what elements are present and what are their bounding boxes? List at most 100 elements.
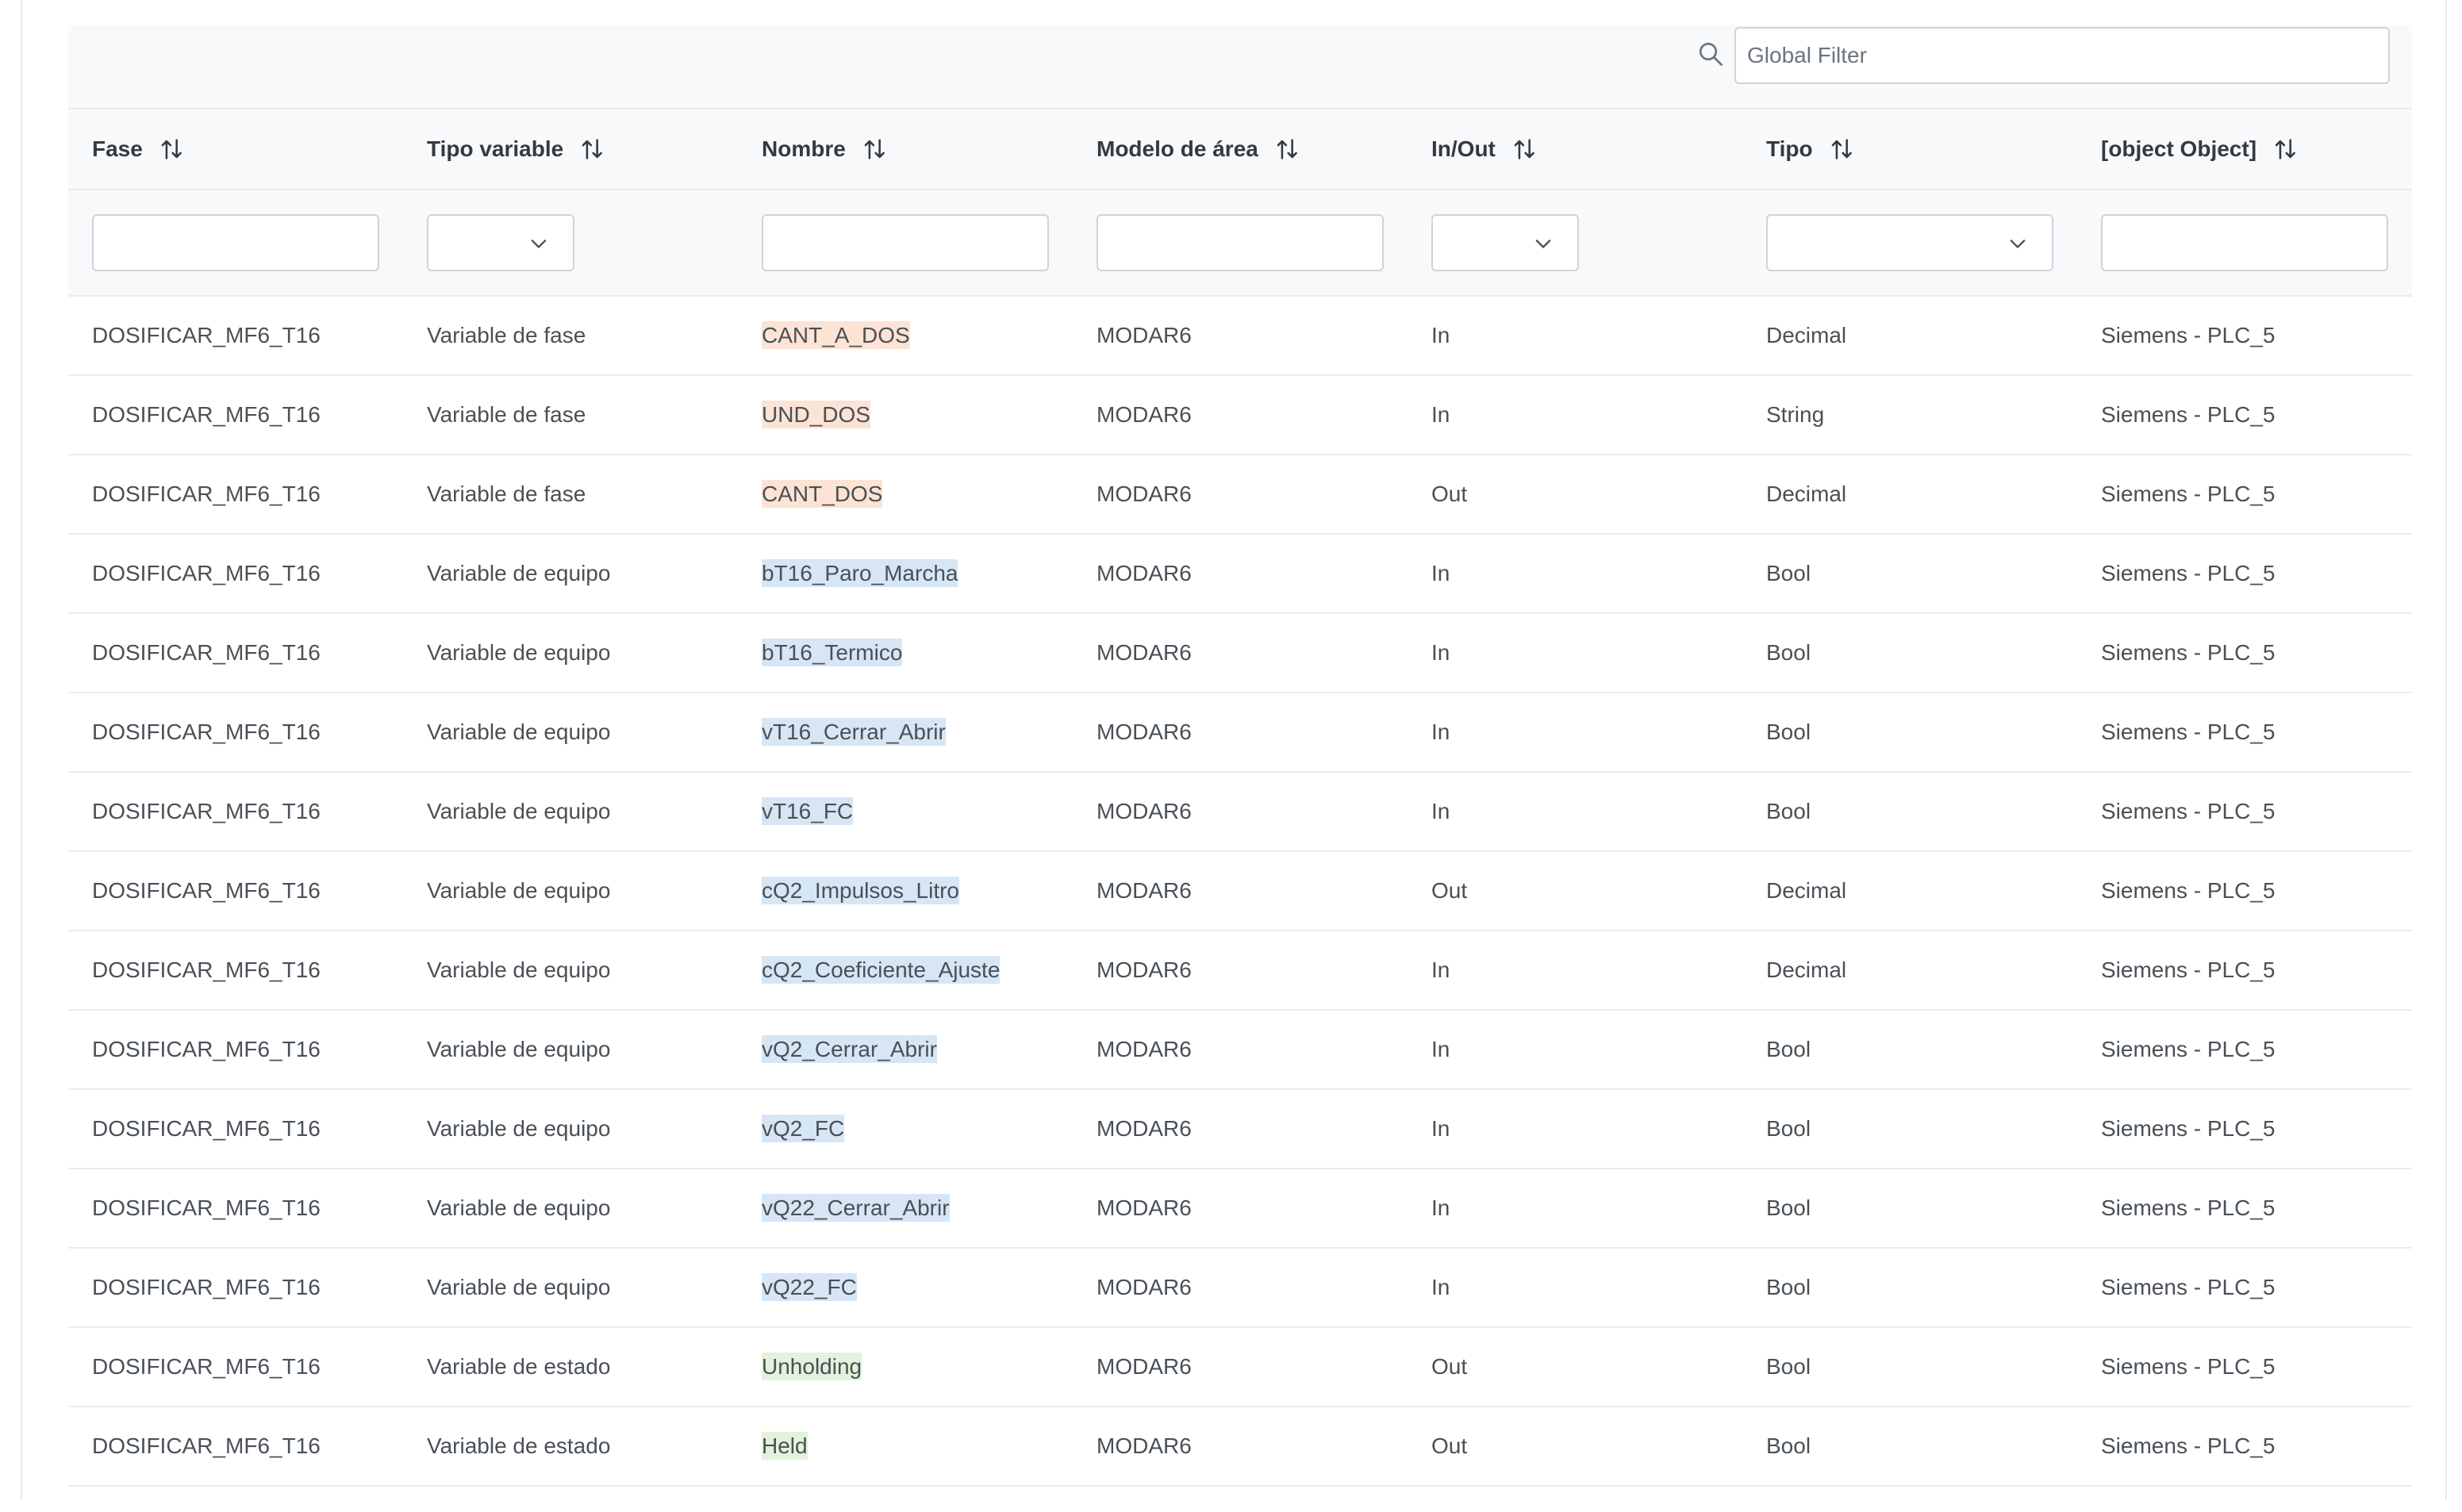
sort-icon[interactable] <box>1511 136 1538 163</box>
header-row: Fase Tipo variable Nombre Modelo de área In/… <box>68 109 2412 190</box>
cell-text: MODAR6 <box>1097 957 1192 982</box>
cell-text: Bool <box>1766 561 1811 585</box>
table-row[interactable]: DOSIFICAR_MF6_T16 Variable de equipo vQ2_F… <box>68 1090 2412 1169</box>
table-cell-modelo-area: MODAR6 <box>1073 1037 1408 1062</box>
cell-text: Siemens - PLC_5 <box>2101 1037 2276 1061</box>
sort-icon[interactable] <box>579 136 606 163</box>
column-filter-input-modelo-area[interactable] <box>1097 214 1384 271</box>
chevron-down-icon[interactable] <box>2006 233 2030 255</box>
sort-icon[interactable] <box>159 136 186 163</box>
cell-text: Decimal <box>1766 878 1847 903</box>
table-cell-object-object: Siemens - PLC_5 <box>2077 1354 2412 1380</box>
table-row[interactable]: DOSIFICAR_MF6_T16 Variable de fase CANT_A_… <box>68 297 2412 376</box>
table-row[interactable]: DOSIFICAR_MF6_T16 Variable de equipo vQ22_… <box>68 1249 2412 1328</box>
table-cell-in-out: Out <box>1408 1433 1742 1459</box>
table-row[interactable]: DOSIFICAR_MF6_T16 Variable de equipo vT16_… <box>68 773 2412 852</box>
table-cell-tipo: Bool <box>1742 1275 2077 1300</box>
cell-text: DOSIFICAR_MF6_T16 <box>92 1195 321 1220</box>
sort-icon[interactable] <box>862 136 889 163</box>
table-cell-tipo-variable: Variable de equipo <box>403 1116 738 1142</box>
cell-text: Variable de equipo <box>427 1195 611 1220</box>
cell-text: String <box>1766 402 1825 427</box>
cell-text: Variable de estado <box>427 1433 611 1458</box>
table-body: DOSIFICAR_MF6_T16 Variable de fase CANT_A_… <box>68 297 2412 1487</box>
table-cell-in-out: Out <box>1408 878 1742 904</box>
chevron-down-icon[interactable] <box>527 233 551 255</box>
cell-text: Variable de fase <box>427 323 586 347</box>
table-row[interactable]: DOSIFICAR_MF6_T16 Variable de equipo bT16_… <box>68 535 2412 614</box>
column-filter-input-fase[interactable] <box>92 214 379 271</box>
cell-text: DOSIFICAR_MF6_T16 <box>92 482 321 506</box>
table-cell-nombre: vT16_Cerrar_Abrir <box>738 718 1073 746</box>
table-row[interactable]: DOSIFICAR_MF6_T16 Variable de fase UND_DOS… <box>68 376 2412 455</box>
column-header-in-out[interactable]: In/Out <box>1408 136 1742 163</box>
sort-icon[interactable] <box>1274 136 1301 163</box>
cell-text: DOSIFICAR_MF6_T16 <box>92 640 321 665</box>
data-table: Fase Tipo variable Nombre Modelo de área In/… <box>68 25 2412 1487</box>
global-filter-input[interactable] <box>1734 27 2390 84</box>
column-filter-dropdown-tipo-variable[interactable] <box>427 214 574 271</box>
cell-text: DOSIFICAR_MF6_T16 <box>92 799 321 823</box>
column-header-fase[interactable]: Fase <box>68 136 403 163</box>
table-cell-fase: DOSIFICAR_MF6_T16 <box>68 1275 403 1300</box>
column-filter-dropdown-tipo[interactable] <box>1766 214 2053 271</box>
sort-icon[interactable] <box>1829 136 1856 163</box>
cell-text: Variable de equipo <box>427 1275 611 1299</box>
table-cell-nombre: bT16_Termico <box>738 639 1073 666</box>
cell-text: Bool <box>1766 1116 1811 1141</box>
variable-name-highlight: UND_DOS <box>762 401 870 428</box>
cell-text: MODAR6 <box>1097 1275 1192 1299</box>
table-cell-in-out: In <box>1408 640 1742 666</box>
column-filter-input-object-object[interactable] <box>2101 214 2388 271</box>
cell-text: Variable de equipo <box>427 799 611 823</box>
column-header-label: Fase <box>92 136 143 161</box>
cell-text: Siemens - PLC_5 <box>2101 720 2276 744</box>
table-row[interactable]: DOSIFICAR_MF6_T16 Variable de equipo vT16_… <box>68 693 2412 773</box>
sort-icon[interactable] <box>2272 136 2299 163</box>
variable-name-highlight: Unholding <box>762 1353 862 1380</box>
variable-name-highlight: vQ2_Cerrar_Abrir <box>762 1035 937 1063</box>
table-cell-tipo: Bool <box>1742 799 2077 824</box>
table-cell-nombre: CANT_DOS <box>738 480 1073 508</box>
table-cell-object-object: Siemens - PLC_5 <box>2077 323 2412 348</box>
table-row[interactable]: DOSIFICAR_MF6_T16 Variable de equipo cQ2_I… <box>68 852 2412 931</box>
column-header-nombre[interactable]: Nombre <box>738 136 1073 163</box>
column-header-object-object[interactable]: [object Object] <box>2077 136 2412 163</box>
column-header-tipo-variable[interactable]: Tipo variable <box>403 136 738 163</box>
cell-text: Bool <box>1766 1433 1811 1458</box>
table-cell-tipo: Decimal <box>1742 878 2077 904</box>
table-row[interactable]: DOSIFICAR_MF6_T16 Variable de equipo bT16_… <box>68 614 2412 693</box>
table-row[interactable]: DOSIFICAR_MF6_T16 Variable de estado Unhol… <box>68 1328 2412 1407</box>
table-cell-tipo-variable: Variable de equipo <box>403 799 738 824</box>
table-cell-fase: DOSIFICAR_MF6_T16 <box>68 561 403 586</box>
chevron-down-icon[interactable] <box>1531 233 1555 255</box>
cell-text: DOSIFICAR_MF6_T16 <box>92 1433 321 1458</box>
table-row[interactable]: DOSIFICAR_MF6_T16 Variable de fase CANT_DO… <box>68 455 2412 535</box>
table-cell-modelo-area: MODAR6 <box>1073 1354 1408 1380</box>
table-cell-nombre: UND_DOS <box>738 401 1073 428</box>
table-cell-fase: DOSIFICAR_MF6_T16 <box>68 1037 403 1062</box>
column-header-label: In/Out <box>1431 136 1496 161</box>
cell-text: MODAR6 <box>1097 720 1192 744</box>
table-cell-tipo-variable: Variable de fase <box>403 402 738 428</box>
table-cell-object-object: Siemens - PLC_5 <box>2077 1195 2412 1221</box>
variable-name-highlight: CANT_DOS <box>762 480 883 508</box>
table-cell-fase: DOSIFICAR_MF6_T16 <box>68 878 403 904</box>
table-row[interactable]: DOSIFICAR_MF6_T16 Variable de equipo vQ22_… <box>68 1169 2412 1249</box>
column-header-tipo[interactable]: Tipo <box>1742 136 2077 163</box>
table-cell-in-out: Out <box>1408 1354 1742 1380</box>
table-cell-tipo-variable: Variable de equipo <box>403 561 738 586</box>
column-filter-input-nombre[interactable] <box>762 214 1049 271</box>
cell-text: In <box>1431 323 1450 347</box>
table-cell-fase: DOSIFICAR_MF6_T16 <box>68 402 403 428</box>
table-cell-fase: DOSIFICAR_MF6_T16 <box>68 1354 403 1380</box>
table-row[interactable]: DOSIFICAR_MF6_T16 Variable de estado Held M… <box>68 1407 2412 1487</box>
table-row[interactable]: DOSIFICAR_MF6_T16 Variable de equipo cQ2_C… <box>68 931 2412 1011</box>
table-row[interactable]: DOSIFICAR_MF6_T16 Variable de equipo vQ2_C… <box>68 1011 2412 1090</box>
cell-text: In <box>1431 720 1450 744</box>
cell-text: Variable de equipo <box>427 640 611 665</box>
column-filter-dropdown-in-out[interactable] <box>1431 214 1579 271</box>
table-cell-nombre: vQ22_Cerrar_Abrir <box>738 1194 1073 1222</box>
column-header-modelo-area[interactable]: Modelo de área <box>1073 136 1408 163</box>
table-cell-in-out: In <box>1408 1275 1742 1300</box>
